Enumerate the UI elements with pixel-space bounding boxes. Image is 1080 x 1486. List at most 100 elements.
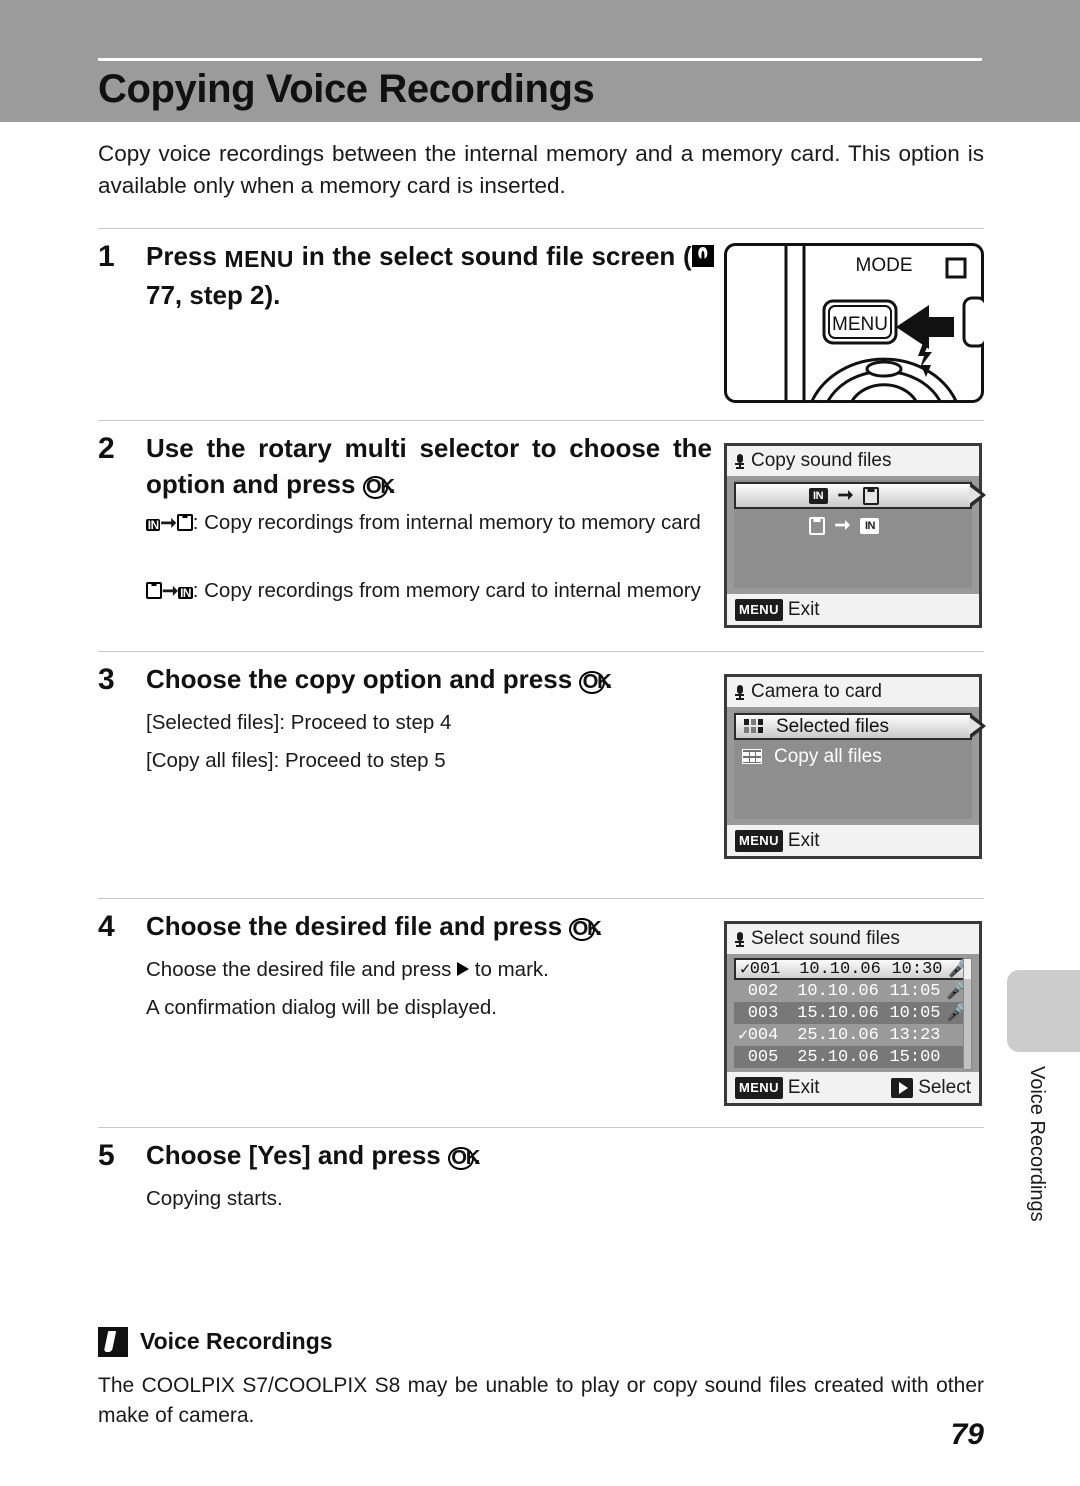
step-1-text-before: Press [146,241,225,271]
divider [98,898,984,899]
intro-paragraph: Copy voice recordings between the intern… [98,141,984,198]
divider [98,1127,984,1128]
scrollbar[interactable] [963,958,972,1070]
file-number-cell: ✓ 001 [736,960,794,979]
menu-item-selected-files[interactable]: Selected files [734,713,986,740]
scrollbar-thumb[interactable] [964,959,971,979]
lcd-title-text: Copy sound files [751,450,892,471]
menu-item-label: Selected files [776,715,890,737]
lcd-footer: MENU Exit [727,825,979,856]
file-date-cell: 25.10.06 [797,1047,879,1067]
step-4-text-before: Choose the desired file and press [146,911,570,941]
menu-item-copy-all-files[interactable]: Copy all files [734,743,972,770]
step-2-body-text-1: : Copy recordings from internal memory t… [192,511,701,534]
microphone-icon [735,685,744,700]
lcd-footer-select-label: Select [918,1076,971,1098]
memory-card-icon [176,513,193,532]
copy-all-files-icon [742,749,762,764]
file-time-cell: 15:00 [889,1047,941,1067]
arrow-right-triangle-icon [457,962,470,977]
ok-button-icon: OK [362,475,395,499]
lcd-title-text: Camera to card [751,681,882,702]
menu-option-in-to-card[interactable]: IN ➞ [734,482,986,509]
divider [98,420,984,421]
step-1-text-ref: 77, step 2). [146,280,281,310]
lcd-title-bar: Select sound files [727,924,979,954]
menu-badge-icon: MENU [735,829,783,852]
step-3-body-line-1: [Selected files]: Proceed to step 4 [146,711,452,734]
arrow-right-icon: ➞ [161,580,179,602]
file-number: 001 [749,959,781,979]
book-reference-icon [691,244,714,268]
step-4-body-line-1: Choose the desired file and press to mar… [146,955,712,984]
table-row[interactable]: ✓ 004 25.10.06 13:23 [734,1024,972,1046]
table-row[interactable]: 003 15.10.06 10:05 🎤 [734,1002,972,1024]
step-4-body-line-2: A confirmation dialog will be displayed. [146,996,497,1019]
menu-option-card-to-in[interactable]: ➞ IN [734,512,972,539]
ok-button-icon: OK [569,917,602,941]
lcd-footer: MENU Exit [727,594,979,625]
checkmark-icon: ✓ [740,960,751,980]
step-3-text-before: Choose the copy option and press [146,664,580,694]
file-time-cell: 10:05 [889,1003,941,1023]
menu-icon: MENU [224,246,294,272]
divider [98,228,984,229]
menu-badge-icon: MENU [735,1076,783,1099]
lcd-title-bar: Camera to card [727,677,979,707]
table-row[interactable]: 005 25.10.06 15:00 [734,1046,972,1068]
sound-file-list[interactable]: ✓ 001 10.10.06 10:30 🎤 002 10.10.06 11:05… [734,958,972,1070]
file-time-cell: 11:05 [889,981,941,1001]
microphone-icon [735,932,744,947]
step-3-text-after: . [605,664,613,694]
step-5-number: 5 [98,1139,115,1172]
step-2-body-text-2: : Copy recordings from memory card to in… [192,579,701,602]
lcd-camera-to-card: Camera to card Selected files Copy all f… [724,674,986,859]
lcd-copy-sound-files: Copy sound files IN ➞ ➞ IN MENU Exit [724,443,986,628]
selected-files-icon [744,719,764,734]
internal-memory-icon: IN [178,585,193,600]
lcd-title-bar: Copy sound files [727,446,979,476]
lcd-footer: MENU Exit Select [727,1072,979,1103]
file-number: 004 [747,1025,779,1045]
file-number-cell: 002 [747,981,779,1001]
file-time-cell: 13:23 [889,1025,941,1045]
step-4-number: 4 [98,910,115,943]
step-2-body-line-2: ➞ IN: Copy recordings from memory card to… [146,576,712,606]
file-date-cell: 25.10.06 [797,1025,879,1045]
right-arrow-badge-icon [891,1077,914,1098]
menu-item-label: Copy all files [774,745,882,767]
internal-memory-icon: IN [860,517,880,534]
camera-illustration: MODE MENU [724,243,988,403]
note-title: Voice Recordings [140,1328,333,1354]
step-3-body-line-2: [Copy all files]: Proceed to step 5 [146,749,446,772]
table-row[interactable]: ✓ 001 10.10.06 10:30 🎤 [734,958,972,980]
memory-card-icon [863,486,880,505]
lcd-select-sound-files: Select sound files ✓ 001 10.10.06 10:30 🎤… [724,921,982,1106]
page-title: Copying Voice Recordings [98,67,595,111]
file-number-cell: 003 [747,1003,779,1023]
step-5-text-after: . [473,1140,481,1170]
step-2-text-after: . [388,469,396,499]
ok-button-icon: OK [447,1146,480,1170]
lcd-footer-exit-label: Exit [787,1076,820,1098]
step-4-body-text-b: to mark. [469,958,549,981]
file-number-cell: ✓ 004 [734,1026,792,1045]
table-row[interactable]: 002 10.10.06 11:05 🎤 [734,980,972,1002]
menu-badge-icon: MENU [735,598,783,621]
step-1-heading: Press MENU in the select sound file scre… [146,238,714,313]
file-date-cell: 15.10.06 [797,1003,879,1023]
step-3-number: 3 [98,663,115,696]
microphone-icon [735,454,744,469]
side-tab-label: Voice Recordings [1026,1066,1048,1222]
step-4-text-after: . [595,911,603,941]
header-rule [98,58,982,61]
step-4-body-text-a: Choose the desired file and press [146,958,458,981]
file-date-cell: 10.10.06 [799,959,881,979]
step-5-body-line-1: Copying starts. [146,1187,283,1210]
step-5-text-before: Choose [Yes] and press [146,1140,448,1170]
step-5-heading: Choose [Yes] and press OK. [146,1137,712,1173]
svg-text:MODE: MODE [856,255,913,276]
lcd-content: IN ➞ ➞ IN [734,480,986,588]
arrow-right-icon: ➞ [837,485,854,506]
step-4-heading: Choose the desired file and press OK. [146,908,712,944]
